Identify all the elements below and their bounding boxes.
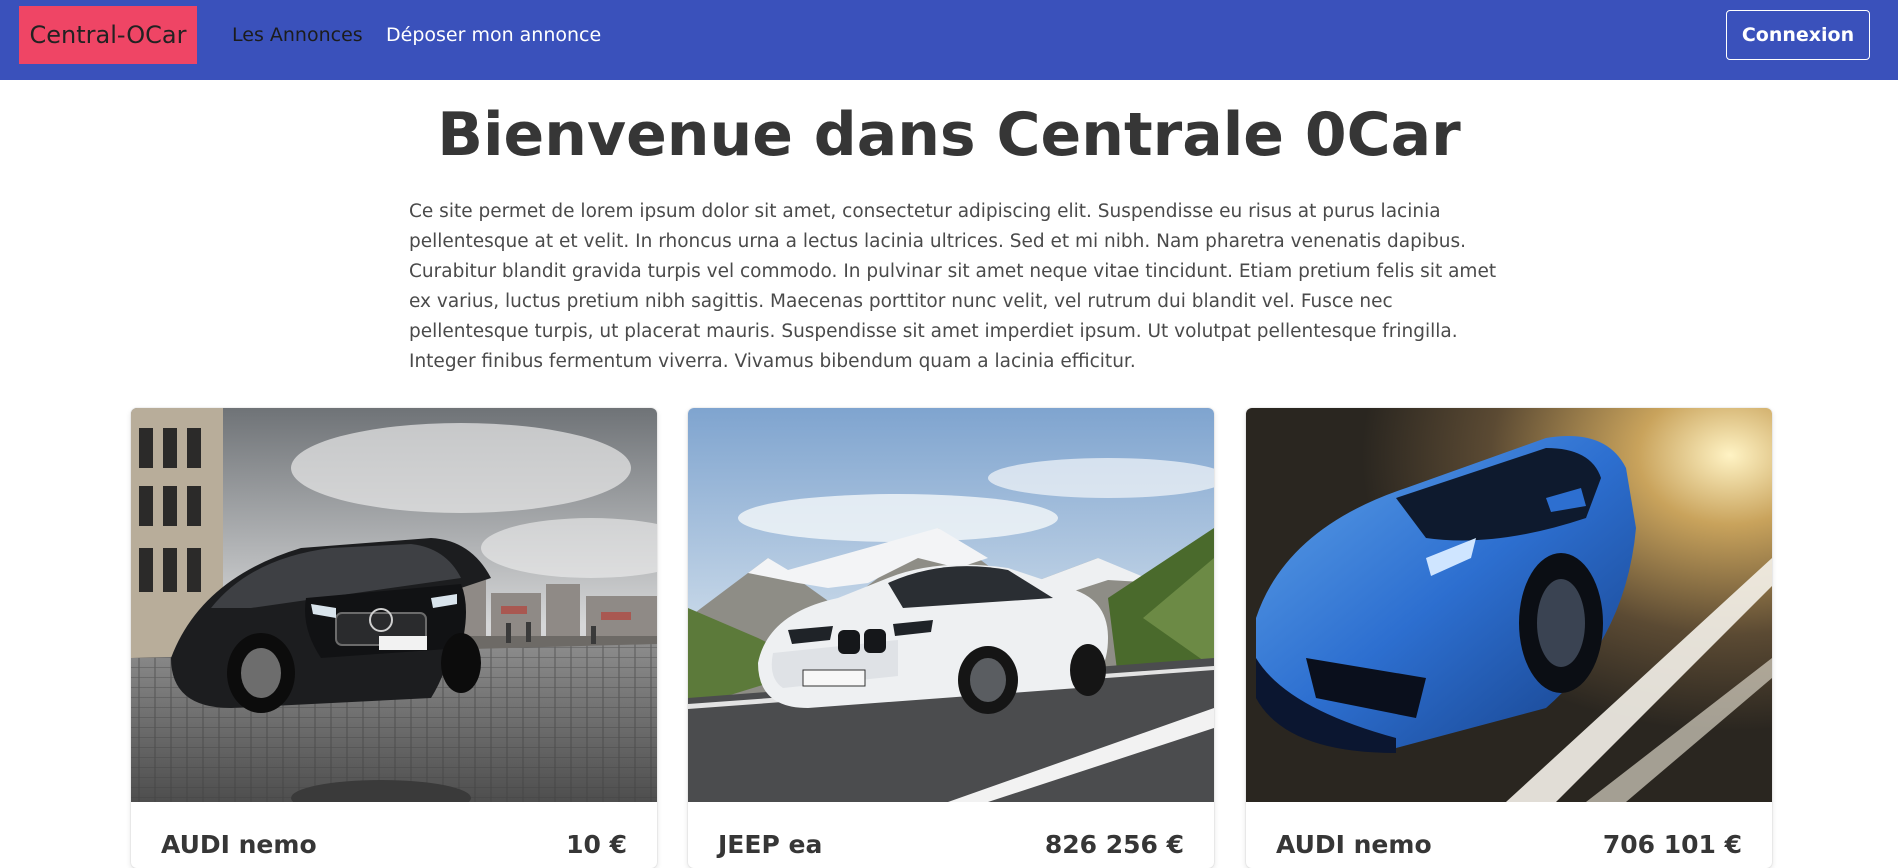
brand-logo-link[interactable]: Central-OCar — [19, 6, 197, 64]
nav-link-annonces[interactable]: Les Annonces — [232, 22, 363, 48]
listing-card[interactable]: AUDI nemo 706 101 € — [1246, 408, 1772, 868]
listing-card[interactable]: JEEP ea 826 256 € — [688, 408, 1214, 868]
listing-title: AUDI nemo — [161, 830, 317, 859]
listing-price: 10 € — [566, 830, 627, 859]
black-sedan-photo — [131, 408, 657, 802]
top-navbar: Central-OCar Les Annonces Déposer mon an… — [0, 0, 1898, 80]
intro-paragraph: Ce site permet de lorem ipsum dolor sit … — [409, 201, 1497, 372]
nav-link-deposer-annonce[interactable]: Déposer mon annonce — [386, 22, 601, 48]
blue-supercar-photo — [1246, 408, 1772, 802]
white-coupe-photo — [688, 408, 1214, 802]
listing-card[interactable]: AUDI nemo 10 € — [131, 408, 657, 868]
page-title: Bienvenue dans Centrale 0Car — [437, 100, 1461, 170]
listing-price: 706 101 € — [1602, 830, 1742, 859]
listing-title: AUDI nemo — [1276, 830, 1432, 859]
login-button[interactable]: Connexion — [1726, 10, 1870, 60]
listing-title: JEEP ea — [718, 830, 823, 859]
listing-price: 826 256 € — [1044, 830, 1184, 859]
